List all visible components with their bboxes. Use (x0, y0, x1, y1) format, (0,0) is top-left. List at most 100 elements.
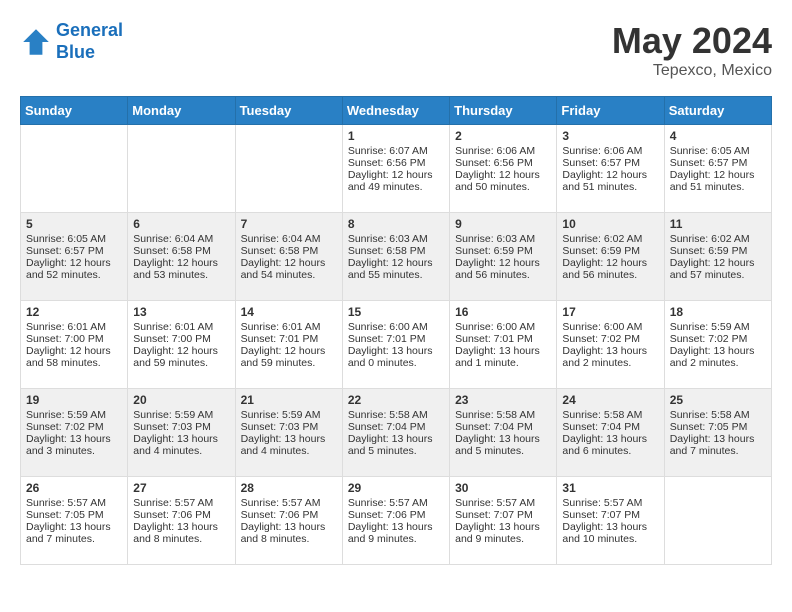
cell-text-line: Sunset: 7:03 PM (241, 421, 337, 433)
day-number: 3 (562, 129, 658, 143)
cell-text-line: Sunrise: 5:59 AM (133, 409, 229, 421)
calendar-cell: 23Sunrise: 5:58 AMSunset: 7:04 PMDayligh… (450, 389, 557, 477)
month-title: May 2024 (612, 20, 772, 62)
cell-text-line: Daylight: 13 hours (670, 433, 766, 445)
cell-text-line: Daylight: 13 hours (562, 345, 658, 357)
cell-text-line: and 49 minutes. (348, 181, 444, 193)
calendar-cell (235, 125, 342, 213)
cell-text-line: Sunrise: 6:01 AM (241, 321, 337, 333)
day-number: 6 (133, 217, 229, 231)
cell-text-line: Sunrise: 5:57 AM (455, 497, 551, 509)
cell-text-line: Sunrise: 5:57 AM (241, 497, 337, 509)
title-area: May 2024 Tepexco, Mexico (612, 20, 772, 80)
cell-text-line: Sunrise: 6:03 AM (348, 233, 444, 245)
calendar-week-row: 26Sunrise: 5:57 AMSunset: 7:05 PMDayligh… (21, 477, 772, 565)
cell-text-line: Sunrise: 6:01 AM (133, 321, 229, 333)
cell-text-line: Sunset: 7:04 PM (562, 421, 658, 433)
calendar-cell: 24Sunrise: 5:58 AMSunset: 7:04 PMDayligh… (557, 389, 664, 477)
cell-text-line: Sunrise: 5:59 AM (670, 321, 766, 333)
cell-text-line: Daylight: 12 hours (26, 345, 122, 357)
cell-text-line: and 1 minute. (455, 357, 551, 369)
day-of-week-header: Tuesday (235, 97, 342, 125)
logo: General Blue (20, 20, 123, 63)
calendar-cell: 20Sunrise: 5:59 AMSunset: 7:03 PMDayligh… (128, 389, 235, 477)
day-of-week-header: Thursday (450, 97, 557, 125)
cell-text-line: Sunrise: 6:00 AM (455, 321, 551, 333)
cell-text-line: and 9 minutes. (348, 533, 444, 545)
cell-text-line: Daylight: 13 hours (455, 433, 551, 445)
cell-text-line: Sunrise: 5:57 AM (348, 497, 444, 509)
cell-text-line: Sunrise: 6:01 AM (26, 321, 122, 333)
cell-text-line: Daylight: 12 hours (133, 345, 229, 357)
day-number: 15 (348, 305, 444, 319)
cell-text-line: Sunset: 6:58 PM (241, 245, 337, 257)
cell-text-line: Sunrise: 6:06 AM (562, 145, 658, 157)
day-of-week-header: Saturday (664, 97, 771, 125)
cell-text-line: Sunset: 7:00 PM (26, 333, 122, 345)
cell-text-line: Sunset: 7:07 PM (455, 509, 551, 521)
cell-text-line: Daylight: 12 hours (562, 257, 658, 269)
calendar-cell: 7Sunrise: 6:04 AMSunset: 6:58 PMDaylight… (235, 213, 342, 301)
cell-text-line: Sunrise: 5:58 AM (562, 409, 658, 421)
page-header: General Blue May 2024 Tepexco, Mexico (20, 20, 772, 80)
cell-text-line: Sunset: 6:59 PM (670, 245, 766, 257)
day-of-week-header: Wednesday (342, 97, 449, 125)
calendar-cell: 3Sunrise: 6:06 AMSunset: 6:57 PMDaylight… (557, 125, 664, 213)
cell-text-line: and 55 minutes. (348, 269, 444, 281)
cell-text-line: Daylight: 12 hours (133, 257, 229, 269)
calendar-cell: 10Sunrise: 6:02 AMSunset: 6:59 PMDayligh… (557, 213, 664, 301)
day-number: 28 (241, 481, 337, 495)
cell-text-line: Sunset: 7:02 PM (670, 333, 766, 345)
calendar-cell: 12Sunrise: 6:01 AMSunset: 7:00 PMDayligh… (21, 301, 128, 389)
cell-text-line: and 50 minutes. (455, 181, 551, 193)
logo-icon (20, 26, 52, 58)
cell-text-line: Sunrise: 5:58 AM (455, 409, 551, 421)
calendar-cell: 1Sunrise: 6:07 AMSunset: 6:56 PMDaylight… (342, 125, 449, 213)
cell-text-line: and 52 minutes. (26, 269, 122, 281)
day-number: 2 (455, 129, 551, 143)
cell-text-line: Daylight: 13 hours (348, 433, 444, 445)
cell-text-line: Daylight: 13 hours (241, 433, 337, 445)
cell-text-line: Daylight: 13 hours (241, 521, 337, 533)
day-number: 21 (241, 393, 337, 407)
cell-text-line: Sunset: 7:01 PM (455, 333, 551, 345)
day-number: 5 (26, 217, 122, 231)
cell-text-line: and 2 minutes. (670, 357, 766, 369)
cell-text-line: and 56 minutes. (562, 269, 658, 281)
cell-text-line: and 51 minutes. (562, 181, 658, 193)
day-number: 24 (562, 393, 658, 407)
cell-text-line: Sunrise: 6:07 AM (348, 145, 444, 157)
calendar-week-row: 5Sunrise: 6:05 AMSunset: 6:57 PMDaylight… (21, 213, 772, 301)
day-number: 16 (455, 305, 551, 319)
calendar-cell: 4Sunrise: 6:05 AMSunset: 6:57 PMDaylight… (664, 125, 771, 213)
cell-text-line: Daylight: 13 hours (348, 345, 444, 357)
cell-text-line: Sunrise: 5:59 AM (26, 409, 122, 421)
cell-text-line: Sunrise: 6:06 AM (455, 145, 551, 157)
cell-text-line: Sunset: 7:02 PM (26, 421, 122, 433)
cell-text-line: Sunrise: 5:57 AM (26, 497, 122, 509)
cell-text-line: and 7 minutes. (26, 533, 122, 545)
cell-text-line: and 9 minutes. (455, 533, 551, 545)
calendar-cell: 14Sunrise: 6:01 AMSunset: 7:01 PMDayligh… (235, 301, 342, 389)
calendar-cell: 26Sunrise: 5:57 AMSunset: 7:05 PMDayligh… (21, 477, 128, 565)
cell-text-line: Daylight: 12 hours (348, 169, 444, 181)
cell-text-line: Daylight: 13 hours (133, 521, 229, 533)
cell-text-line: Daylight: 12 hours (26, 257, 122, 269)
calendar-cell: 27Sunrise: 5:57 AMSunset: 7:06 PMDayligh… (128, 477, 235, 565)
day-number: 10 (562, 217, 658, 231)
cell-text-line: Daylight: 12 hours (241, 257, 337, 269)
cell-text-line: and 10 minutes. (562, 533, 658, 545)
cell-text-line: Sunset: 6:58 PM (348, 245, 444, 257)
calendar-cell: 22Sunrise: 5:58 AMSunset: 7:04 PMDayligh… (342, 389, 449, 477)
calendar-cell: 13Sunrise: 6:01 AMSunset: 7:00 PMDayligh… (128, 301, 235, 389)
day-number: 27 (133, 481, 229, 495)
cell-text-line: Sunset: 7:01 PM (348, 333, 444, 345)
calendar-table: SundayMondayTuesdayWednesdayThursdayFrid… (20, 96, 772, 565)
day-number: 14 (241, 305, 337, 319)
cell-text-line: Daylight: 12 hours (455, 169, 551, 181)
day-number: 23 (455, 393, 551, 407)
header-row: SundayMondayTuesdayWednesdayThursdayFrid… (21, 97, 772, 125)
calendar-cell: 25Sunrise: 5:58 AMSunset: 7:05 PMDayligh… (664, 389, 771, 477)
cell-text-line: Daylight: 13 hours (455, 345, 551, 357)
day-number: 1 (348, 129, 444, 143)
